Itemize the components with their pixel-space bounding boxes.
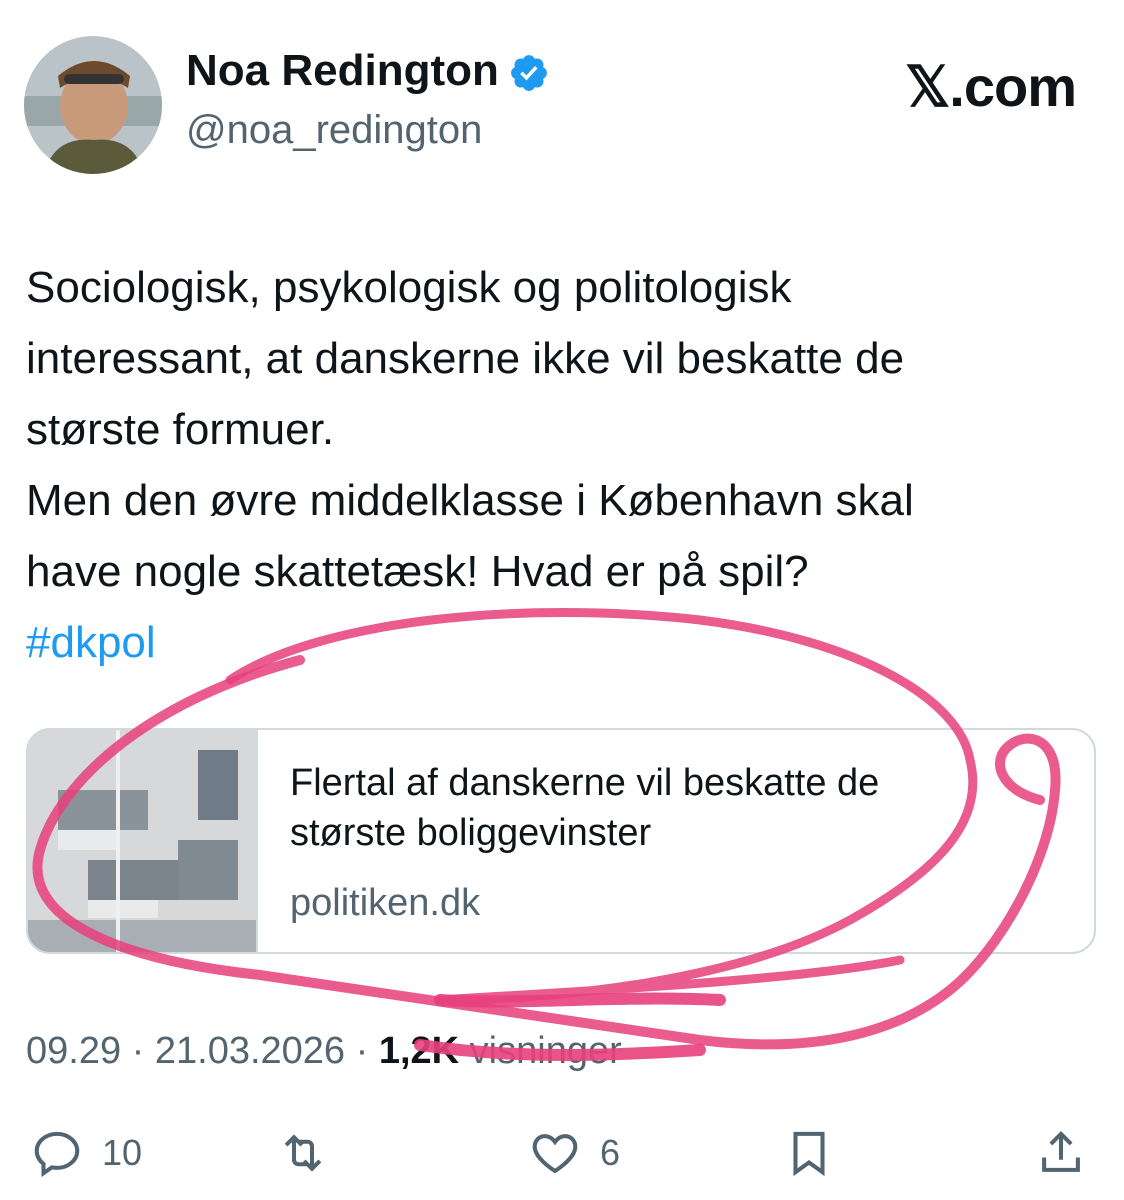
view-count: 1,2K	[378, 1030, 460, 1072]
reply-count: 10	[102, 1132, 143, 1173]
reply-icon	[34, 1131, 80, 1178]
separator: ·	[345, 1030, 379, 1072]
card-title-line: største boliggevinster	[290, 812, 652, 854]
tweet-line: største formuer.	[26, 405, 335, 454]
card-title-line: Flertal af danskerne vil beskatte de	[290, 762, 880, 804]
tweet-meta: 09.29 · 21.03.2026 · 1,2K visninger	[26, 1030, 622, 1073]
view-label: visninger	[459, 1030, 622, 1072]
share-button[interactable]	[1034, 1118, 1088, 1188]
tweet-line: Men den øvre middelklasse i København sk…	[26, 476, 914, 525]
post-date[interactable]: 21.03.2026	[155, 1030, 345, 1072]
card-title[interactable]: Flertal af danskerne vil beskatte de stø…	[290, 758, 1050, 858]
repost-button[interactable]	[276, 1118, 330, 1188]
handle[interactable]: @noa_redington	[186, 108, 482, 153]
tweet-line: have nogle skattetæsk! Hvad er på spil?	[26, 547, 809, 596]
separator: ·	[121, 1030, 155, 1072]
hashtag-link[interactable]: #dkpol	[26, 607, 1106, 678]
tweet-line: interessant, at danskerne ikke vil beska…	[26, 334, 905, 383]
tweet-text: Sociologisk, psykologisk og politologisk…	[26, 252, 1106, 678]
post-time[interactable]: 09.29	[26, 1030, 121, 1072]
card-thumbnail	[28, 730, 256, 952]
action-bar: 10 6	[0, 1118, 1124, 1188]
bookmark-icon	[793, 1131, 825, 1177]
verified-badge-icon	[511, 55, 547, 91]
share-icon	[1042, 1131, 1080, 1172]
site-label: 𝕏.com	[905, 55, 1077, 118]
like-count: 6	[600, 1132, 621, 1173]
tweet-line: Sociologisk, psykologisk og politologisk	[26, 263, 792, 312]
reply-button[interactable]: 10	[30, 1118, 142, 1188]
card-domain[interactable]: politiken.dk	[290, 882, 480, 925]
display-name[interactable]: Noa Redington	[186, 46, 499, 96]
heart-icon	[532, 1134, 578, 1174]
avatar[interactable]	[24, 36, 162, 174]
bookmark-button[interactable]	[782, 1118, 836, 1188]
card-body[interactable]: Flertal af danskerne vil beskatte de stø…	[256, 730, 1094, 952]
link-card[interactable]: Flertal af danskerne vil beskatte de stø…	[26, 728, 1096, 954]
like-button[interactable]: 6	[528, 1118, 620, 1188]
repost-icon	[284, 1134, 322, 1172]
